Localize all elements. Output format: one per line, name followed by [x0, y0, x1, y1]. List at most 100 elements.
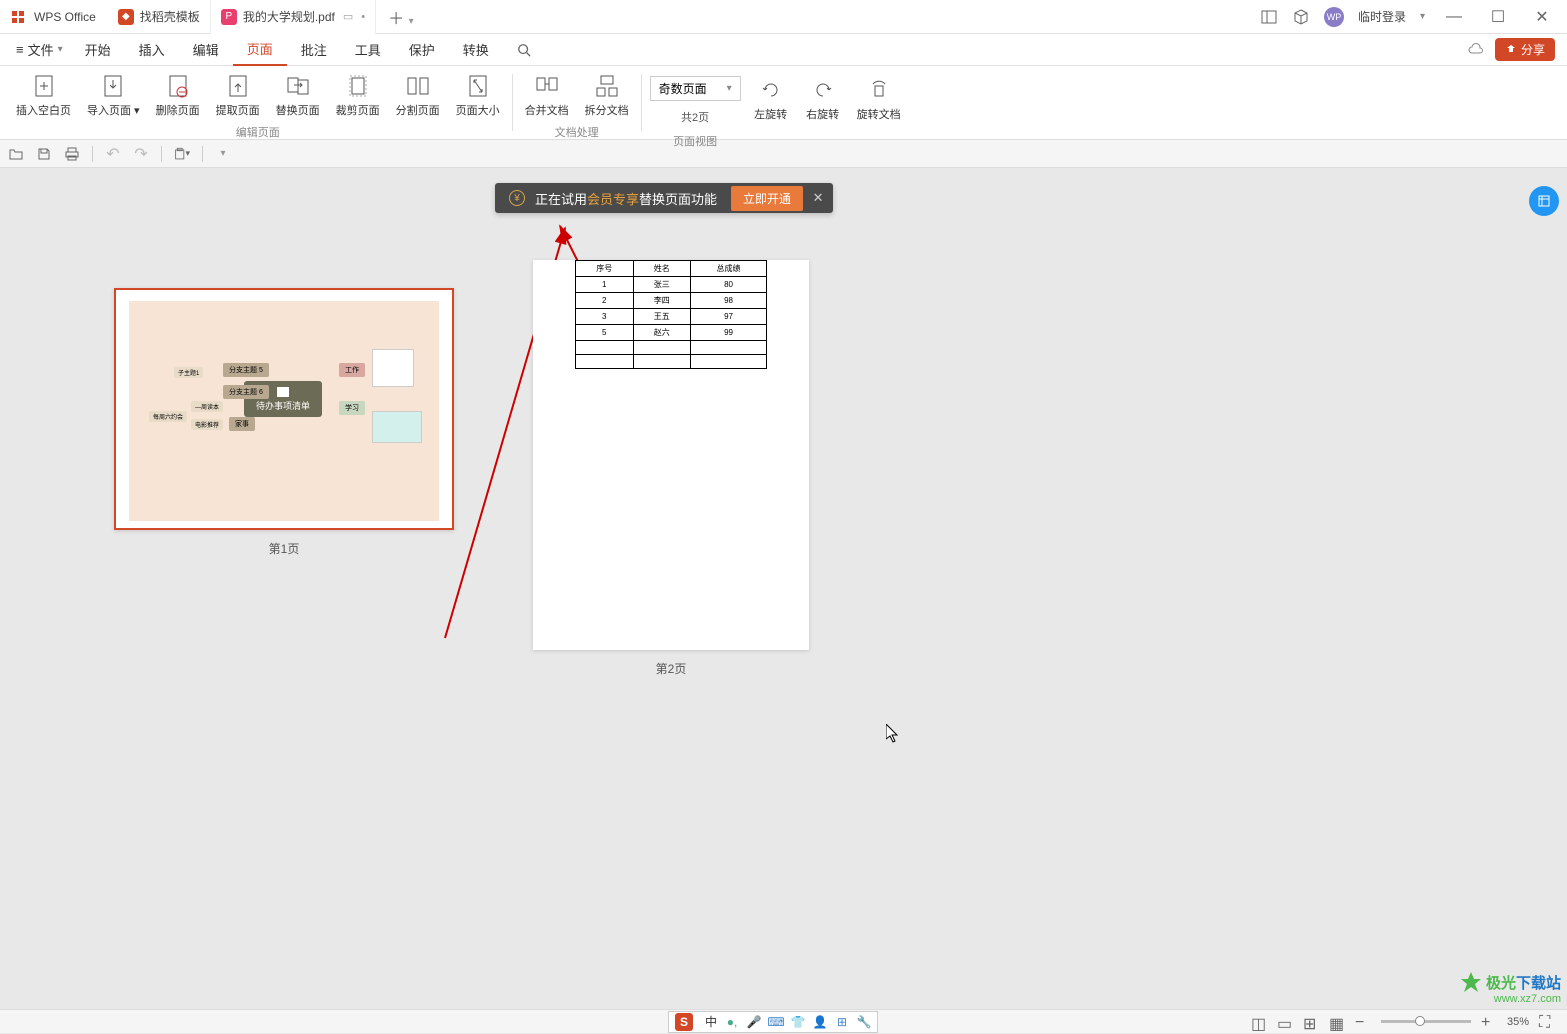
menu-start[interactable]: 开始 [71, 34, 125, 66]
crop-page-button[interactable]: 裁剪页面 [328, 70, 388, 122]
avatar[interactable]: WP [1324, 7, 1344, 27]
print-icon[interactable] [64, 146, 80, 162]
menu-insert[interactable]: 插入 [125, 34, 179, 66]
table-row [576, 355, 767, 369]
replace-page-icon [286, 74, 310, 98]
mm-box [372, 411, 422, 443]
save-icon[interactable] [36, 146, 52, 162]
split-doc-button[interactable]: 拆分文档 [577, 70, 637, 122]
view-mode-2-icon[interactable]: ▭ [1277, 1014, 1293, 1030]
undo-icon[interactable]: ↶ [105, 146, 121, 162]
ime-mic-icon[interactable]: 🎤 [747, 1015, 761, 1029]
table-row: 5赵六99 [576, 325, 767, 341]
ime-punct-icon[interactable]: ●, [725, 1015, 739, 1029]
ime-keyboard-icon[interactable]: ⌨ [769, 1015, 783, 1029]
page-thumb-1[interactable]: 待办事项清单 分支主题 5 分支主题 6 工作 学习 家事 子主题1 每周六约会… [114, 288, 454, 557]
view-mode-4-icon[interactable]: ▦ [1329, 1014, 1345, 1030]
page-filter-dropdown[interactable]: 奇数页面 ▾ [650, 76, 741, 101]
split-page-icon [406, 74, 430, 98]
menu-convert[interactable]: 转换 [449, 34, 503, 66]
mm-sub: —周读本 [191, 401, 223, 412]
cursor-icon [886, 724, 902, 744]
mm-sub: 子主题1 [174, 367, 203, 378]
maximize-button[interactable]: ☐ [1483, 2, 1513, 32]
tab-readmode-icon[interactable]: ▭ [343, 10, 353, 23]
ime-grid-icon[interactable]: ⊞ [835, 1015, 849, 1029]
redo-icon[interactable]: ↷ [133, 146, 149, 162]
table-row: 1张三80 [576, 277, 767, 293]
cube-icon[interactable] [1292, 8, 1310, 26]
page-thumb-2[interactable]: 序号 姓名 总成绩 1张三80 2李四98 3王五97 5赵六99 第2页 [533, 218, 809, 677]
panel-icon[interactable] [1260, 8, 1278, 26]
chevron-down-icon: ▾ [727, 83, 732, 94]
close-button[interactable]: ✕ [1527, 2, 1557, 32]
menu-annotate[interactable]: 批注 [287, 34, 341, 66]
cloud-icon[interactable] [1467, 41, 1485, 59]
floating-action-button[interactable] [1529, 186, 1559, 216]
ime-lang[interactable]: 中 [705, 1013, 717, 1030]
new-tab-button[interactable]: ＋ ▾ [376, 5, 425, 29]
expand-icon[interactable]: ▾ [215, 146, 231, 162]
login-button[interactable]: 临时登录 [1358, 8, 1406, 25]
merge-doc-button[interactable]: 合并文档 [517, 70, 577, 122]
table-row [576, 341, 767, 355]
menu-search[interactable] [503, 34, 545, 66]
tab-more-icon[interactable]: • [361, 11, 365, 23]
status-bar: S 中 ●, 🎤 ⌨ 👕 👤 ⊞ 🔧 ◫ ▭ ⊞ ▦ − + 35% ⛶ [0, 1009, 1567, 1033]
mm-node: 分支主题 5 [223, 363, 269, 377]
menu-tools[interactable]: 工具 [341, 34, 395, 66]
delete-page-button[interactable]: 删除页面 [148, 70, 208, 122]
zoom-out-button[interactable]: − [1355, 1014, 1371, 1030]
watermark-logo-icon [1460, 971, 1482, 993]
ime-person-icon[interactable]: 👤 [813, 1015, 827, 1029]
ime-emoji-icon[interactable]: 👕 [791, 1015, 805, 1029]
ribbon-group-label: 页面视图 [673, 133, 717, 149]
login-dropdown-icon[interactable]: ▾ [1420, 11, 1425, 22]
view-mode-3-icon[interactable]: ⊞ [1303, 1014, 1319, 1030]
file-menu[interactable]: ≡ 文件 ▾ [8, 40, 71, 59]
view-mode-1-icon[interactable]: ◫ [1251, 1014, 1267, 1030]
zoom-in-button[interactable]: + [1481, 1014, 1497, 1030]
menu-edit[interactable]: 编辑 [179, 34, 233, 66]
title-bar: WPS Office ◆ 找稻壳模板 P 我的大学规划.pdf ▭ • ＋ ▾ … [0, 0, 1567, 34]
ribbon-group-page-view: 奇数页面 ▾ 共2页 页面视图 左旋转 右旋转 旋转文档 [646, 66, 909, 139]
zoom-value[interactable]: 35% [1507, 1016, 1529, 1028]
replace-page-button[interactable]: 替换页面 [268, 70, 328, 122]
crop-page-icon [346, 74, 370, 98]
share-button[interactable]: 分享 [1495, 38, 1555, 61]
tab-icon-templates: ◆ [118, 9, 134, 25]
open-icon[interactable] [8, 146, 24, 162]
menu-page[interactable]: 页面 [233, 34, 287, 66]
fullscreen-icon[interactable]: ⛶ [1539, 1014, 1555, 1030]
share-label: 分享 [1521, 41, 1545, 58]
rotate-left-button[interactable]: 左旋转 [745, 74, 797, 126]
rotate-left-icon [759, 78, 783, 102]
extract-page-button[interactable]: 提取页面 [208, 70, 268, 122]
rotate-right-button[interactable]: 右旋转 [797, 74, 849, 126]
import-page-button[interactable]: 导入页面 ▾ [79, 70, 148, 122]
menu-protect[interactable]: 保护 [395, 34, 449, 66]
insert-blank-page-button[interactable]: 插入空白页 [8, 70, 79, 122]
ime-toolbar[interactable]: S 中 ●, 🎤 ⌨ 👕 👤 ⊞ 🔧 [668, 1011, 878, 1033]
data-table: 序号 姓名 总成绩 1张三80 2李四98 3王五97 5赵六99 [575, 260, 767, 369]
tab-document[interactable]: P 我的大学规划.pdf ▭ • [211, 0, 376, 34]
split-doc-icon [595, 74, 619, 98]
zoom-slider[interactable] [1381, 1020, 1471, 1023]
mm-node: 家事 [229, 417, 255, 431]
rotate-doc-button[interactable]: 旋转文档 [849, 74, 909, 126]
mm-sub: 每周六约会 [149, 411, 187, 422]
page-size-button[interactable]: 页面大小 [448, 70, 508, 122]
tab-icon-pdf: P [221, 9, 237, 25]
split-page-button[interactable]: 分割页面 [388, 70, 448, 122]
canvas-area: ¥ 正在试用 会员专享 替换页面功能 立即开通 ✕ 待办事项清单 分支主题 5 … [0, 168, 1567, 1009]
banner-close-button[interactable]: ✕ [803, 183, 833, 213]
delete-page-icon [166, 74, 190, 98]
minimize-button[interactable]: — [1439, 2, 1469, 32]
table-row: 2李四98 [576, 293, 767, 309]
upgrade-button[interactable]: 立即开通 [731, 186, 803, 211]
paste-icon[interactable]: ▾ [174, 146, 190, 162]
ime-tool-icon[interactable]: 🔧 [857, 1015, 871, 1029]
trial-banner: ¥ 正在试用 会员专享 替换页面功能 立即开通 ✕ [495, 183, 833, 213]
mm-box [372, 349, 414, 387]
tab-templates[interactable]: ◆ 找稻壳模板 [108, 0, 211, 34]
